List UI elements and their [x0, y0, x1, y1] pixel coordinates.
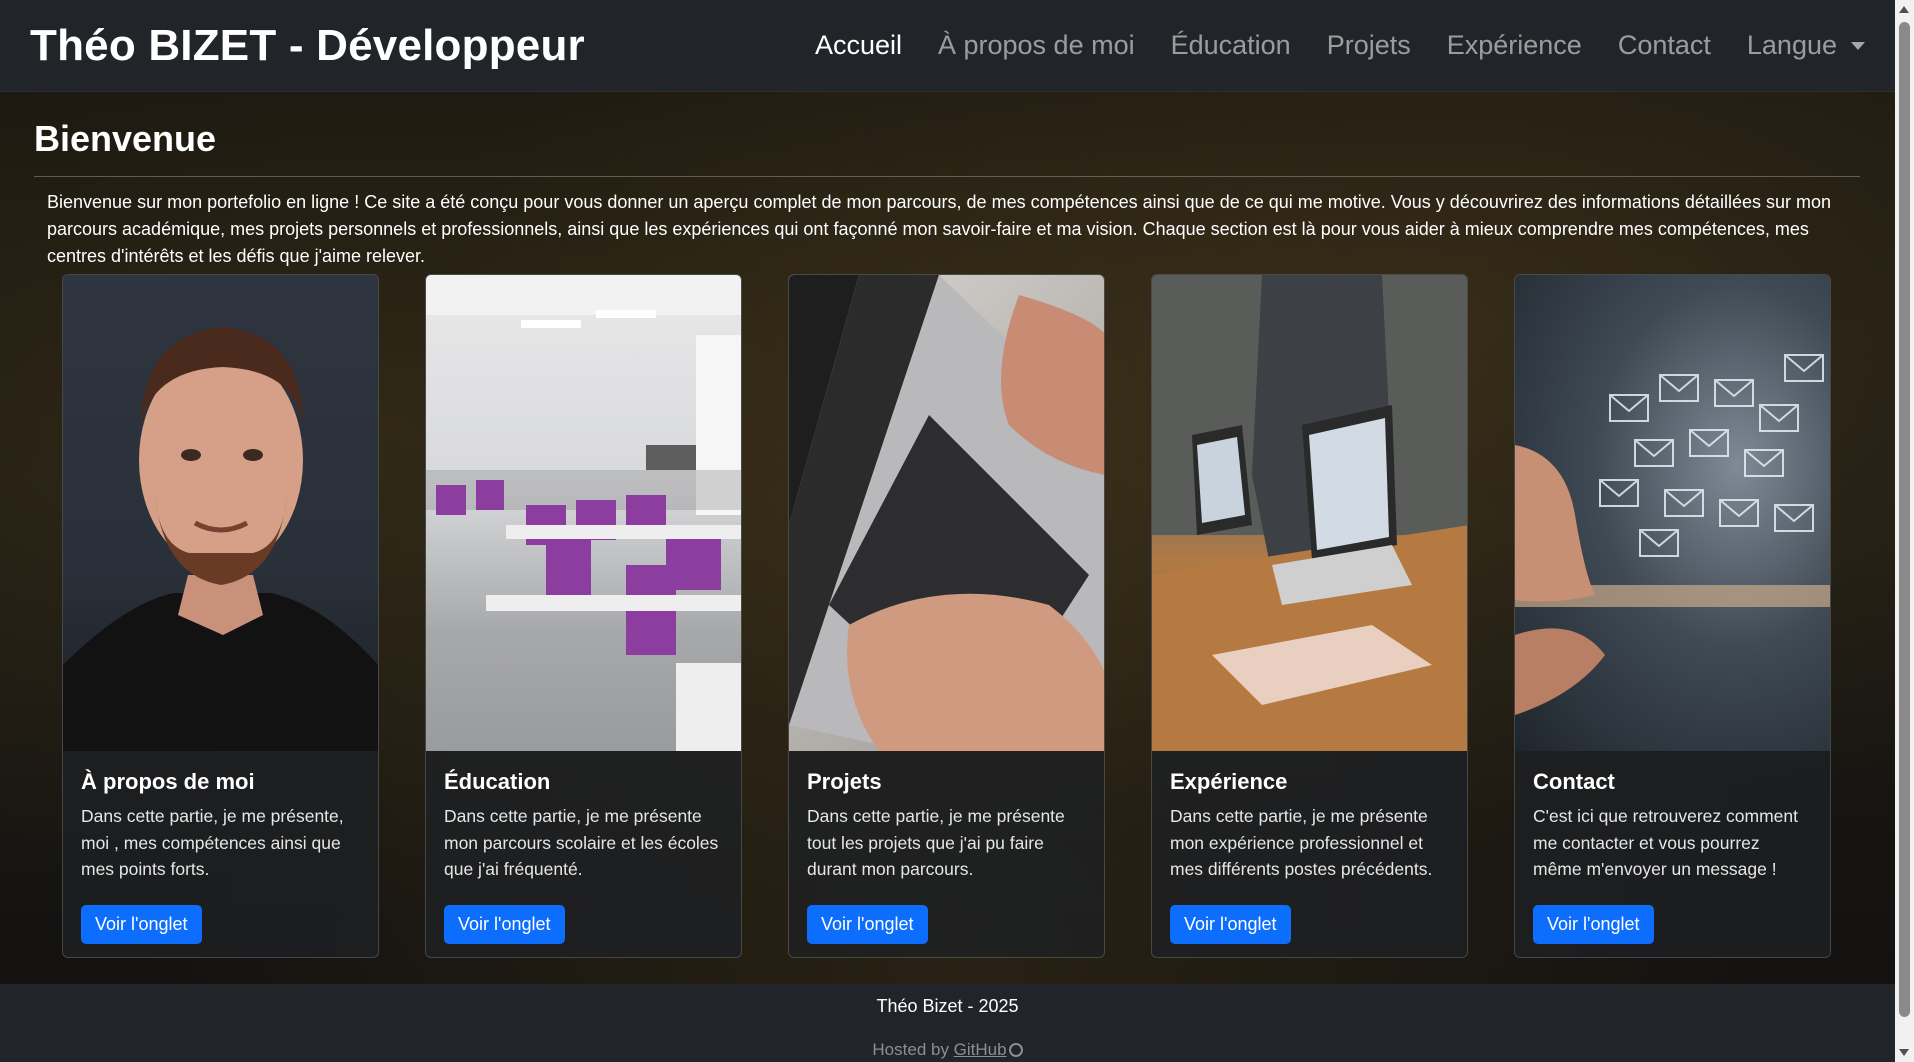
- card-title: Expérience: [1170, 769, 1288, 794]
- nav-item-a-propos[interactable]: À propos de moi: [920, 30, 1153, 61]
- card-title: Projets: [807, 769, 882, 794]
- card-education: Éducation Dans cette partie, je me prése…: [425, 274, 742, 958]
- voir-onglet-button[interactable]: Voir l'onglet: [1533, 905, 1654, 944]
- brand-title[interactable]: Théo BIZET - Développeur: [30, 21, 585, 71]
- card-contact: Contact C'est ici que retrouverez commen…: [1514, 274, 1831, 958]
- email-envelopes-photo: [1515, 275, 1830, 751]
- nav-item-contact[interactable]: Contact: [1600, 30, 1729, 61]
- card-text: Dans cette partie, je me présente mon pa…: [444, 806, 719, 879]
- navbar: Théo BIZET - Développeur Accueil À propo…: [0, 0, 1895, 92]
- card-text: C'est ici que retrouverez comment me con…: [1533, 806, 1798, 879]
- nav-item-experience[interactable]: Expérience: [1429, 30, 1600, 61]
- vertical-scrollbar[interactable]: [1895, 0, 1914, 1062]
- nav-item-education[interactable]: Éducation: [1153, 30, 1309, 61]
- nav-item-accueil[interactable]: Accueil: [797, 30, 920, 61]
- nav-menu: Accueil À propos de moi Éducation Projet…: [797, 30, 1865, 61]
- intro-paragraph: Bienvenue sur mon portefolio en ligne ! …: [47, 192, 1831, 266]
- laptop-typing-photo: [789, 275, 1104, 751]
- voir-onglet-button[interactable]: Voir l'onglet: [444, 905, 565, 944]
- footer-copyright: Théo Bizet - 2025: [876, 996, 1019, 1016]
- voir-onglet-button[interactable]: Voir l'onglet: [81, 905, 202, 944]
- voir-onglet-button[interactable]: Voir l'onglet: [807, 905, 928, 944]
- hosted-prefix: Hosted by: [872, 1040, 954, 1059]
- nav-item-projets[interactable]: Projets: [1309, 30, 1429, 61]
- title-divider: [34, 176, 1860, 177]
- card-title: Contact: [1533, 769, 1615, 794]
- scroll-up-arrow-icon[interactable]: [1899, 6, 1909, 13]
- main-content: Bienvenue Bienvenue sur mon portefolio e…: [34, 92, 1860, 958]
- footer: Théo Bizet - 2025 Hosted by GitHub: [0, 984, 1895, 1062]
- portrait-photo: [63, 275, 378, 751]
- card-text: Dans cette partie, je me présente, moi ,…: [81, 806, 344, 879]
- office-presentation-photo: [1152, 275, 1467, 751]
- card-row: À propos de moi Dans cette partie, je me…: [62, 274, 1831, 958]
- language-label: Langue: [1746, 30, 1837, 60]
- scroll-down-arrow-icon[interactable]: [1899, 1049, 1909, 1056]
- caret-down-icon: [1851, 41, 1865, 50]
- card-text: Dans cette partie, je me présente tout l…: [807, 806, 1065, 879]
- card-projets: Projets Dans cette partie, je me présent…: [788, 274, 1105, 958]
- page-title: Bienvenue: [34, 118, 217, 159]
- footer-hosted: Hosted by GitHub: [0, 1040, 1895, 1060]
- card-title: À propos de moi: [81, 769, 255, 794]
- scroll-thumb[interactable]: [1899, 22, 1910, 1017]
- github-link[interactable]: GitHub: [954, 1040, 1007, 1059]
- voir-onglet-button[interactable]: Voir l'onglet: [1170, 905, 1291, 944]
- classroom-photo: [426, 275, 741, 751]
- card-a-propos: À propos de moi Dans cette partie, je me…: [62, 274, 379, 958]
- card-title: Éducation: [444, 769, 551, 794]
- card-text: Dans cette partie, je me présente mon ex…: [1170, 806, 1433, 879]
- card-experience: Expérience Dans cette partie, je me prés…: [1151, 274, 1468, 958]
- language-dropdown[interactable]: Langue: [1729, 30, 1865, 61]
- github-icon[interactable]: [1008, 1043, 1023, 1057]
